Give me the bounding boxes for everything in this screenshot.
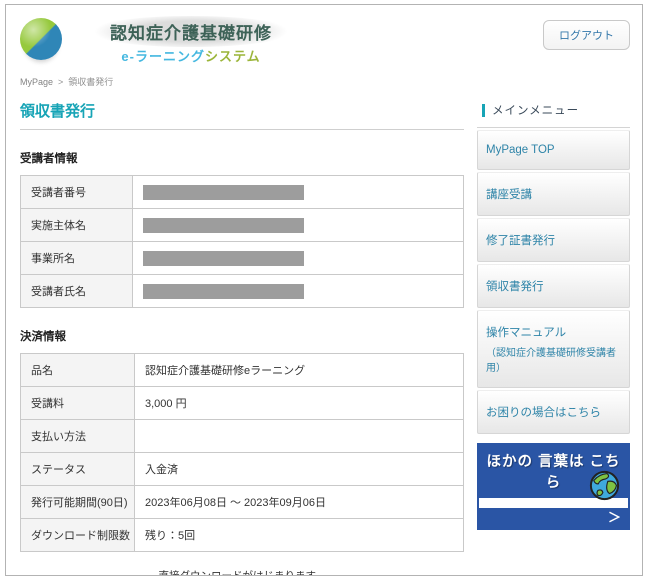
row-value: 認知症介護基礎研修eラーニング	[135, 354, 464, 387]
row-label: 受講料	[21, 387, 135, 420]
sidebar-menu-item[interactable]: MyPage TOP	[477, 130, 630, 170]
sidebar-menu-item[interactable]: 講座受講	[477, 172, 630, 216]
app-subtitle: e-ラーニングシステム	[88, 46, 294, 65]
language-more-bar[interactable]: ＞	[479, 508, 628, 528]
accent-bar	[482, 104, 485, 117]
student-info-row: 受講者番号	[21, 176, 464, 209]
sidebar-menu-item-label: 領収書発行	[486, 278, 621, 294]
row-value	[133, 209, 464, 242]
breadcrumb-mypage-link[interactable]: MyPage	[20, 77, 53, 87]
payment-info-row: ダウンロード制限数 残り：5回	[21, 519, 464, 552]
payment-info-row: 品名 認知症介護基礎研修eラーニング	[21, 354, 464, 387]
download-note-line1: 直接ダウンロードがはじまります。	[20, 568, 464, 576]
page-title: 領収書発行	[20, 100, 464, 121]
sidebar-menu-item[interactable]: 修了証書発行	[477, 218, 630, 262]
chevron-right-icon: ＞	[608, 510, 621, 525]
breadcrumb-current: 領収書発行	[68, 77, 113, 87]
payment-info-row: 受講料 3,000 円	[21, 387, 464, 420]
row-value	[133, 242, 464, 275]
redacted-value-bar	[143, 218, 304, 233]
student-info-row: 受講者氏名	[21, 275, 464, 308]
redacted-value-bar	[143, 284, 304, 299]
logout-button[interactable]: ログアウト	[543, 20, 630, 50]
app-subtitle-rest: システム	[205, 49, 261, 64]
payment-info-title: 決済情報	[20, 328, 464, 344]
main-menu-header: メインメニュー	[477, 94, 630, 128]
row-value	[133, 275, 464, 308]
payment-info-table: 品名 認知症介護基礎研修eラーニング 受講料 3,000 円 支払い方法 ステー…	[20, 353, 464, 552]
download-note: 直接ダウンロードがはじまります。 スマートフォンの場合は保存方法が端末ごとに異な…	[20, 568, 464, 576]
sidebar-menu-item-label: 修了証書発行	[486, 232, 621, 248]
row-label: ステータス	[21, 453, 135, 486]
sidebar-menu-item-sublabel: （認知症介護基礎研修受講者用）	[486, 344, 621, 374]
sidebar: メインメニュー MyPage TOP 講座受講 修了証書発行 領収書発行 操作マ…	[477, 94, 630, 576]
globe-icon	[588, 469, 621, 502]
header: 認知症介護基礎研修 e-ラーニングシステム ログアウト	[6, 5, 642, 65]
student-info-title: 受講者情報	[20, 150, 464, 166]
payment-info-row: 支払い方法	[21, 420, 464, 453]
sidebar-menu-item-label: MyPage TOP	[486, 144, 621, 156]
logo-globe-icon	[20, 18, 62, 60]
row-label: 発行可能期間(90日)	[21, 486, 135, 519]
row-label: 実施主体名	[21, 209, 133, 242]
row-value: 入金済	[135, 453, 464, 486]
app-subtitle-accent: e-ラーニング	[121, 49, 205, 64]
redacted-value-bar	[143, 185, 304, 200]
sidebar-menu-item-label: お困りの場合はこちら	[486, 404, 621, 420]
student-info-table: 受講者番号 実施主体名 事業所名 受講者氏名	[20, 175, 464, 308]
row-label: 受講者氏名	[21, 275, 133, 308]
language-box: ほかの 言葉は こちら ＞	[477, 443, 630, 530]
student-info-row: 実施主体名	[21, 209, 464, 242]
row-label: 事業所名	[21, 242, 133, 275]
main-panel: 領収書発行 受講者情報 受講者番号 実施主体名 事業所名	[20, 94, 464, 576]
payment-info-section: 決済情報 品名 認知症介護基礎研修eラーニング 受講料 3,000 円 支払い方…	[20, 328, 464, 552]
app-title: 認知症介護基礎研修	[88, 16, 294, 47]
sidebar-menu-item[interactable]: 操作マニュアル （認知症介護基礎研修受講者用）	[477, 310, 630, 388]
row-value	[133, 176, 464, 209]
sidebar-menu-item[interactable]: 領収書発行	[477, 264, 630, 308]
sidebar-menu-item[interactable]: お困りの場合はこちら	[477, 390, 630, 434]
row-value: 3,000 円	[135, 387, 464, 420]
content: 領収書発行 受講者情報 受講者番号 実施主体名 事業所名	[6, 88, 642, 576]
sidebar-menu-item-label: 講座受講	[486, 186, 621, 202]
page: 認知症介護基礎研修 e-ラーニングシステム ログアウト MyPage > 領収書発行…	[5, 4, 643, 576]
breadcrumb-separator: >	[58, 77, 63, 87]
row-value: 残り：5回	[135, 519, 464, 552]
breadcrumb: MyPage > 領収書発行	[6, 65, 642, 88]
title-divider	[20, 129, 464, 130]
student-info-row: 事業所名	[21, 242, 464, 275]
row-label: 支払い方法	[21, 420, 135, 453]
row-value	[135, 420, 464, 453]
payment-info-row: ステータス 入金済	[21, 453, 464, 486]
row-label: 受講者番号	[21, 176, 133, 209]
payment-info-row: 発行可能期間(90日) 2023年06月08日 ～ 2023年09月06日	[21, 486, 464, 519]
row-label: ダウンロード制限数	[21, 519, 135, 552]
row-label: 品名	[21, 354, 135, 387]
main-menu-title: メインメニュー	[492, 102, 579, 118]
app-title-block: 認知症介護基礎研修 e-ラーニングシステム	[88, 16, 294, 65]
row-value: 2023年06月08日 ～ 2023年09月06日	[135, 486, 464, 519]
redacted-value-bar	[143, 251, 304, 266]
sidebar-menu-item-label: 操作マニュアル	[486, 324, 621, 340]
student-info-section: 受講者情報 受講者番号 実施主体名 事業所名 受講者氏名	[20, 150, 464, 308]
